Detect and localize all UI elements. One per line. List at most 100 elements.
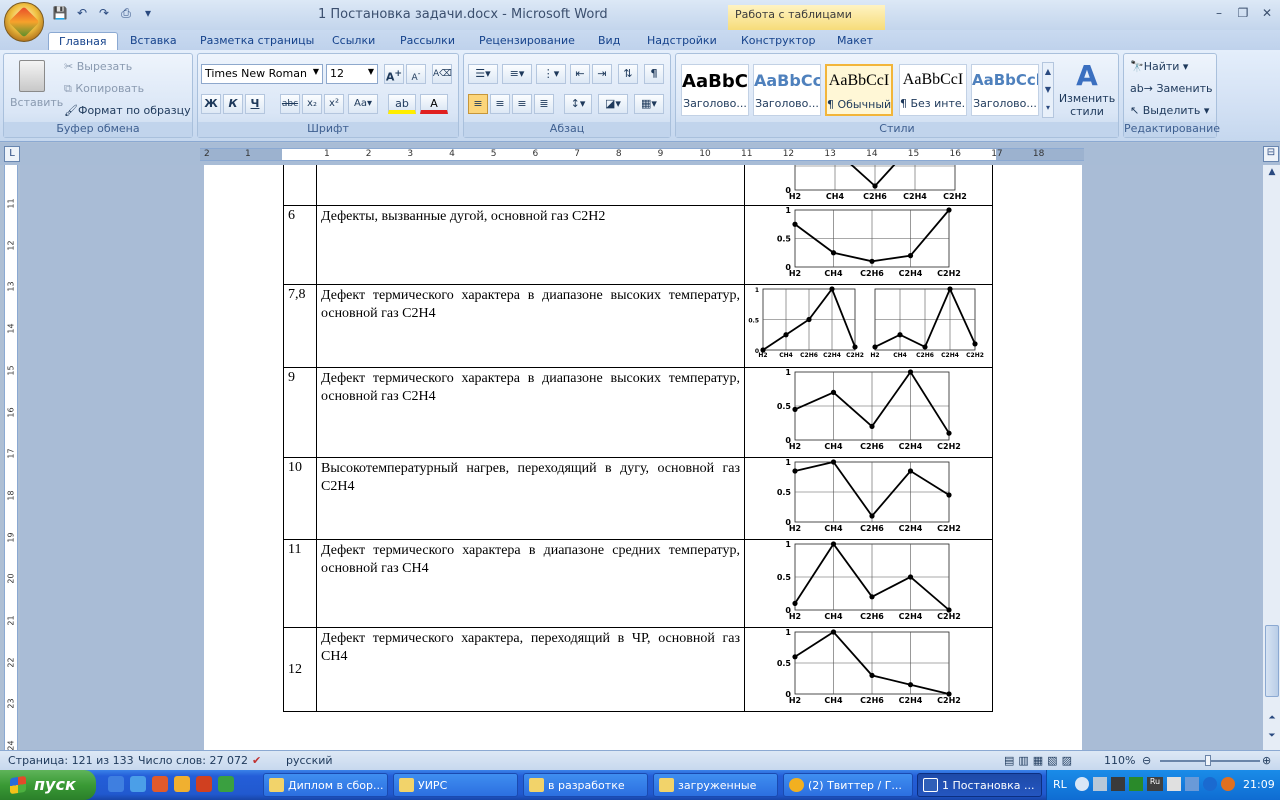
- zoom-out-icon[interactable]: ⊖: [1142, 754, 1151, 767]
- document-page[interactable]: 00.5H2CH4C2H6C2H4C2H26Дефекты, вызванные…: [204, 165, 1082, 750]
- media-icon[interactable]: [152, 776, 168, 792]
- table-row[interactable]: 7,8 Дефект термического характера в диапа…: [283, 284, 993, 368]
- font-size-select[interactable]: 12 ▼: [326, 64, 378, 84]
- tab-layout[interactable]: Макет: [837, 32, 873, 50]
- ru-tray-icon[interactable]: Ru: [1147, 777, 1163, 791]
- scroll-thumb[interactable]: [1265, 625, 1279, 697]
- cut-button[interactable]: ✂ Вырезать: [64, 60, 132, 78]
- row-description[interactable]: Высокотемпературный нагрев, переходящий …: [316, 457, 745, 540]
- tray-arrow-icon[interactable]: [1075, 777, 1089, 791]
- taskbar-item-in-progress[interactable]: в разработке: [523, 773, 648, 797]
- antivirus-icon[interactable]: [1129, 777, 1143, 791]
- bullets-button[interactable]: ☰▾: [468, 64, 498, 84]
- change-styles-button[interactable]: A Изменить стили: [1058, 60, 1116, 119]
- multilevel-list-button[interactable]: ⋮▾: [536, 64, 566, 84]
- table-row[interactable]: 00.5H2CH4C2H6C2H4C2H2: [283, 165, 993, 206]
- defects-table[interactable]: 00.5H2CH4C2H6C2H4C2H26Дефекты, вызванные…: [283, 165, 993, 712]
- borders-button[interactable]: ▦▾: [634, 94, 664, 114]
- row-description[interactable]: Дефекты, вызванные дугой, основной газ С…: [316, 205, 745, 285]
- explorer-icon[interactable]: [130, 776, 146, 792]
- vertical-scrollbar[interactable]: ▲ ⏶ ⏷: [1262, 165, 1280, 750]
- format-painter-button[interactable]: 🖌Формат по образцу: [64, 104, 191, 122]
- tab-home[interactable]: Главная: [48, 32, 118, 50]
- clock[interactable]: 21:09: [1243, 778, 1275, 791]
- row-number[interactable]: 12: [283, 627, 317, 712]
- line-spacing-button[interactable]: ↕▾: [564, 94, 592, 114]
- scroll-up-icon[interactable]: ▲: [1265, 167, 1279, 181]
- taskbar-item-diploma[interactable]: Диплом в сбор...: [263, 773, 388, 797]
- opera-icon[interactable]: [196, 776, 212, 792]
- style-heading-1[interactable]: AaBbC Заголово...: [681, 64, 749, 116]
- row-chart-cell[interactable]: 0 0.5 1 H2 CH4 C2H6 C2H4 C2H2: [744, 457, 993, 540]
- align-center-button[interactable]: ≡: [490, 94, 510, 114]
- row-chart-cell[interactable]: 0 0.5 1 H2 CH4 C2H6 C2H4 C2H2: [744, 205, 993, 285]
- strikethrough-button[interactable]: abc: [280, 94, 300, 114]
- zoom-slider-thumb[interactable]: [1205, 755, 1211, 766]
- minimize-icon[interactable]: –: [1212, 7, 1226, 19]
- row-number[interactable]: [283, 165, 317, 206]
- change-case-button[interactable]: Aa▾: [348, 94, 378, 114]
- show-marks-button[interactable]: ¶: [644, 64, 664, 84]
- decrease-indent-button[interactable]: ⇤: [570, 64, 590, 84]
- restore-icon[interactable]: ❐: [1236, 7, 1250, 19]
- row-chart-cell[interactable]: 0 0.5 1 H2 CH4 C2H6 C2H4 C2H2: [744, 539, 993, 628]
- undo-icon[interactable]: ↶: [74, 5, 90, 21]
- tab-review[interactable]: Рецензирование: [479, 32, 575, 50]
- replace-button[interactable]: ab→ Заменить: [1130, 82, 1213, 100]
- row-chart-cell[interactable]: 00.5H2CH4C2H6C2H4C2H2: [744, 165, 993, 206]
- close-icon[interactable]: ✕: [1260, 7, 1274, 19]
- align-left-button[interactable]: ≡: [468, 94, 488, 114]
- row-number[interactable]: 6: [283, 205, 317, 285]
- numbering-button[interactable]: ≡▾: [502, 64, 532, 84]
- table-row[interactable]: 11 Дефект термического характера в диапаз…: [283, 539, 993, 628]
- vertical-ruler[interactable]: 11 12 13 14 15 16 17 18 19 20 21 22 23 24: [4, 165, 18, 751]
- table-row[interactable]: 12 Дефект термического характера, переход…: [283, 627, 993, 712]
- styles-scroll[interactable]: ▲ ▼ ▾: [1042, 62, 1054, 118]
- language[interactable]: русский: [286, 754, 333, 767]
- print-icon[interactable]: ⎙: [118, 5, 134, 21]
- tab-references[interactable]: Ссылки: [332, 32, 375, 50]
- table-row[interactable]: 10 Высокотемпературный нагрев, переходящи…: [283, 457, 993, 540]
- view-buttons[interactable]: ▤▥▦▧▨: [1004, 754, 1076, 767]
- underline-button[interactable]: Ч: [245, 94, 265, 114]
- zoom-in-icon[interactable]: ⊕: [1262, 754, 1271, 767]
- style-heading-3[interactable]: AaBbCcl Заголово...: [971, 64, 1039, 116]
- select-button[interactable]: ↖ Выделить ▾: [1130, 104, 1209, 122]
- row-description[interactable]: Дефект термического характера, переходящ…: [316, 627, 745, 712]
- subscript-button[interactable]: x₂: [302, 94, 322, 114]
- justify-button[interactable]: ≣: [534, 94, 554, 114]
- save-icon[interactable]: 💾: [52, 5, 68, 21]
- language-indicator[interactable]: RL: [1053, 778, 1067, 791]
- network-icon[interactable]: [1093, 777, 1107, 791]
- find-button[interactable]: 🔭Найти ▾: [1130, 60, 1188, 78]
- increase-indent-button[interactable]: ⇥: [592, 64, 612, 84]
- prev-page-icon[interactable]: ⏶: [1265, 713, 1279, 727]
- style-normal[interactable]: AaBbCcI ¶ Обычный: [825, 64, 893, 116]
- paste-button[interactable]: Вставить: [10, 58, 63, 118]
- table-row[interactable]: 6 Дефекты, вызванные дугой, основной газ …: [283, 205, 993, 285]
- row-chart-cell[interactable]: 0 0.5 1 H2 CH4 C2H6 C2H4 C2H2 H2 CH4 C2H6 C2H4 C2H2: [744, 284, 993, 368]
- shading-button[interactable]: ◪▾: [598, 94, 628, 114]
- row-chart-cell[interactable]: 0 0.5 1 H2 CH4 C2H6 C2H4 C2H2: [744, 367, 993, 458]
- office-button[interactable]: [4, 2, 44, 42]
- row-number[interactable]: 9: [283, 367, 317, 458]
- row-description[interactable]: Дефект термического характера в диапазон…: [316, 284, 745, 368]
- app-icon[interactable]: [174, 776, 190, 792]
- word-count[interactable]: Число слов: 27 072: [138, 754, 248, 767]
- taskbar-item-twitter[interactable]: (2) Твиттер / Г...: [783, 773, 913, 797]
- superscript-button[interactable]: x²: [324, 94, 344, 114]
- row-number[interactable]: 7,8: [283, 284, 317, 368]
- page-count[interactable]: Страница: 121 из 133: [8, 754, 134, 767]
- zoom-level[interactable]: 110%: [1104, 754, 1135, 767]
- horizontal-ruler[interactable]: 2 1 1 2 3 4 5 6 7 8 9 10 11 12 13 14 15 16 17 18: [200, 148, 1084, 161]
- tab-insert[interactable]: Вставка: [130, 32, 177, 50]
- row-description[interactable]: [316, 165, 745, 206]
- sort-button[interactable]: ⇅: [618, 64, 638, 84]
- tab-view[interactable]: Вид: [598, 32, 620, 50]
- monitor-icon[interactable]: [1185, 777, 1199, 791]
- grow-font-button[interactable]: A+: [384, 64, 404, 84]
- taskbar-item-uirs[interactable]: УИРС: [393, 773, 518, 797]
- font-family-select[interactable]: Times New Roman ▼: [201, 64, 323, 84]
- row-chart-cell[interactable]: 0 0.5 1 H2 CH4 C2H6 C2H4 C2H2: [744, 627, 993, 712]
- copy-button[interactable]: ⧉ Копировать: [64, 82, 144, 100]
